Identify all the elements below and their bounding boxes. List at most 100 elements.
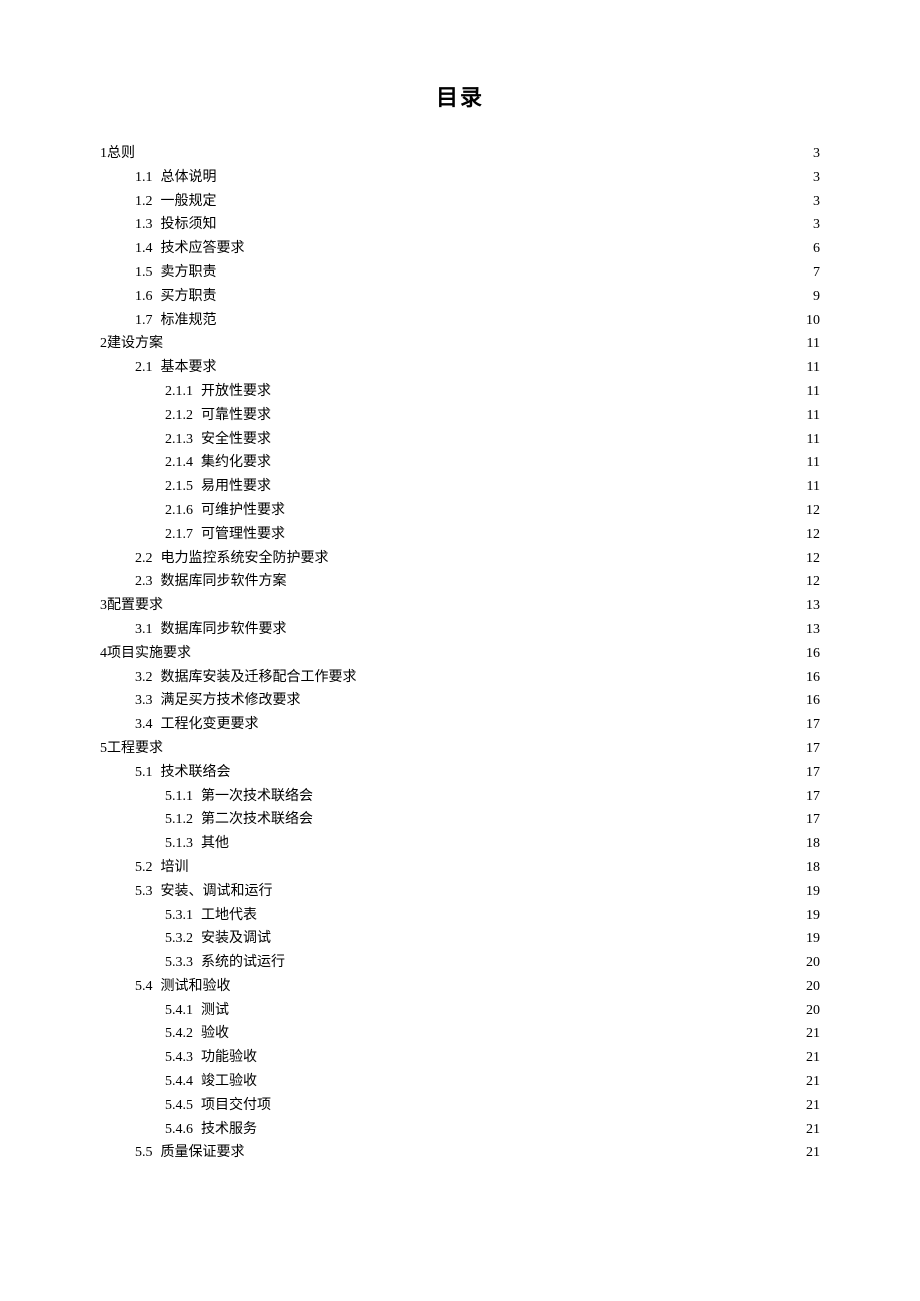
toc-entry[interactable]: 5.1技术联络会17 [100,761,820,785]
toc-entry-label: 第二次技术联络会 [201,808,313,832]
toc-entry-number: 5.1.3 [165,832,193,856]
toc-entry-number: 2.1.6 [165,499,193,523]
toc-entry[interactable]: 5.1.3其他18 [100,832,820,856]
toc-entry-page: 19 [806,927,820,951]
toc-entry[interactable]: 3.4工程化变更要求17 [100,713,820,737]
toc-entry-number: 5.1.2 [165,808,193,832]
toc-entry-number: 5.1.1 [165,785,193,809]
toc-entry-number: 2.1.1 [165,380,193,404]
toc-entry-page: 3 [813,213,820,237]
toc-container: 1总则31.1总体说明31.2一般规定31.3投标须知31.4技术应答要求61.… [100,142,820,1165]
toc-entry-page: 7 [813,261,820,285]
toc-entry-page: 20 [806,951,820,975]
toc-entry[interactable]: 5.3.3系统的试运行20 [100,951,820,975]
toc-entry[interactable]: 2.2电力监控系统安全防护要求12 [100,547,820,571]
toc-entry-number: 5.1 [135,761,153,785]
toc-entry[interactable]: 5.4.5项目交付项21 [100,1094,820,1118]
toc-entry-label: 工地代表 [201,904,257,928]
toc-entry-label: 培训 [161,856,189,880]
toc-entry[interactable]: 5.4测试和验收20 [100,975,820,999]
toc-entry[interactable]: 5.1.1第一次技术联络会17 [100,785,820,809]
toc-entry-label: 电力监控系统安全防护要求 [161,547,329,571]
toc-entry[interactable]: 5.4.1测试20 [100,999,820,1023]
toc-entry[interactable]: 1.1总体说明3 [100,166,820,190]
toc-entry-label: 安装及调试 [201,927,271,951]
toc-entry[interactable]: 2.1.1开放性要求11 [100,380,820,404]
toc-entry-page: 16 [806,689,820,713]
toc-entry-page: 16 [806,642,820,666]
toc-entry-number: 1.1 [135,166,153,190]
toc-entry-number: 5工程要求 [100,737,163,761]
toc-entry[interactable]: 3.3满足买方技术修改要求16 [100,689,820,713]
toc-entry[interactable]: 2.1.7可管理性要求12 [100,523,820,547]
toc-entry[interactable]: 4项目实施要求 16 [100,642,820,666]
toc-entry-label: 安装、调试和运行 [161,880,273,904]
toc-entry[interactable]: 1.3投标须知3 [100,213,820,237]
toc-entry-page: 21 [806,1022,820,1046]
toc-entry-number: 5.4.1 [165,999,193,1023]
toc-entry-number: 1.7 [135,309,153,333]
toc-entry-page: 21 [806,1070,820,1094]
toc-entry-number: 5.3.1 [165,904,193,928]
toc-entry-page: 17 [806,761,820,785]
toc-entry-label: 工程化变更要求 [161,713,259,737]
toc-entry[interactable]: 5.4.6技术服务21 [100,1118,820,1142]
toc-entry[interactable]: 3.2数据库安装及迁移配合工作要求16 [100,666,820,690]
toc-entry-label: 系统的试运行 [201,951,285,975]
toc-entry[interactable]: 1.4技术应答要求6 [100,237,820,261]
toc-entry-number: 3.1 [135,618,153,642]
toc-entry[interactable]: 5.4.2验收21 [100,1022,820,1046]
toc-entry-number: 4项目实施要求 [100,642,191,666]
toc-entry[interactable]: 1.5卖方职责7 [100,261,820,285]
toc-entry-label: 技术应答要求 [161,237,245,261]
toc-entry-label: 总体说明 [161,166,217,190]
toc-entry-page: 21 [806,1094,820,1118]
toc-entry[interactable]: 3.1数据库同步软件要求13 [100,618,820,642]
toc-entry-page: 19 [806,880,820,904]
toc-entry-number: 2.1.7 [165,523,193,547]
toc-entry-page: 11 [807,428,820,452]
toc-entry[interactable]: 2.1.3安全性要求11 [100,428,820,452]
toc-entry[interactable]: 5.1.2 第二次技术联络会 17 [100,808,820,832]
toc-entry-page: 17 [806,808,820,832]
toc-entry[interactable]: 2.1.4集约化要求11 [100,451,820,475]
toc-entry[interactable]: 5.5质量保证要求21 [100,1141,820,1165]
toc-entry[interactable]: 1.6买方职责9 [100,285,820,309]
toc-entry[interactable]: 2建设方案11 [100,332,820,356]
toc-entry[interactable]: 2.3数据库同步软件方案12 [100,570,820,594]
toc-entry-page: 12 [806,547,820,571]
toc-entry-label: 技术服务 [201,1118,257,1142]
toc-entry-number: 5.4 [135,975,153,999]
toc-entry-label: 卖方职责 [161,261,217,285]
toc-entry[interactable]: 1.7标准规范10 [100,309,820,333]
toc-entry[interactable]: 2.1.2可靠性要求11 [100,404,820,428]
toc-entry-page: 11 [807,475,820,499]
toc-entry-label: 数据库同步软件要求 [161,618,287,642]
toc-entry-label: 数据库安装及迁移配合工作要求 [161,666,357,690]
toc-entry[interactable]: 5.3.2安装及调试19 [100,927,820,951]
toc-entry-number: 1.4 [135,237,153,261]
toc-entry-number: 2.1.5 [165,475,193,499]
toc-entry-label: 可维护性要求 [201,499,285,523]
toc-entry[interactable]: 5.4.4竣工验收21 [100,1070,820,1094]
toc-entry[interactable]: 5.4.3功能验收21 [100,1046,820,1070]
toc-entry[interactable]: 5.3.1工地代表19 [100,904,820,928]
toc-entry[interactable]: 1.2一般规定3 [100,190,820,214]
toc-entry-label: 买方职责 [161,285,217,309]
toc-entry[interactable]: 5.3 安装、调试和运行 19 [100,880,820,904]
toc-entry[interactable]: 5工程要求 17 [100,737,820,761]
toc-entry[interactable]: 3配置要求13 [100,594,820,618]
toc-entry[interactable]: 2.1基本要求11 [100,356,820,380]
toc-entry-label: 测试和验收 [161,975,231,999]
toc-entry-label: 投标须知 [161,213,217,237]
toc-entry-page: 16 [806,666,820,690]
toc-entry-number: 2.3 [135,570,153,594]
toc-entry[interactable]: 2.1.5易用性要求11 [100,475,820,499]
toc-entry[interactable]: 5.2培训18 [100,856,820,880]
toc-entry-number: 5.4.6 [165,1118,193,1142]
toc-entry-page: 17 [806,737,820,761]
toc-entry[interactable]: 1总则3 [100,142,820,166]
toc-entry-number: 5.3 [135,880,153,904]
toc-entry[interactable]: 2.1.6可维护性要求12 [100,499,820,523]
toc-entry-label: 质量保证要求 [161,1141,245,1165]
